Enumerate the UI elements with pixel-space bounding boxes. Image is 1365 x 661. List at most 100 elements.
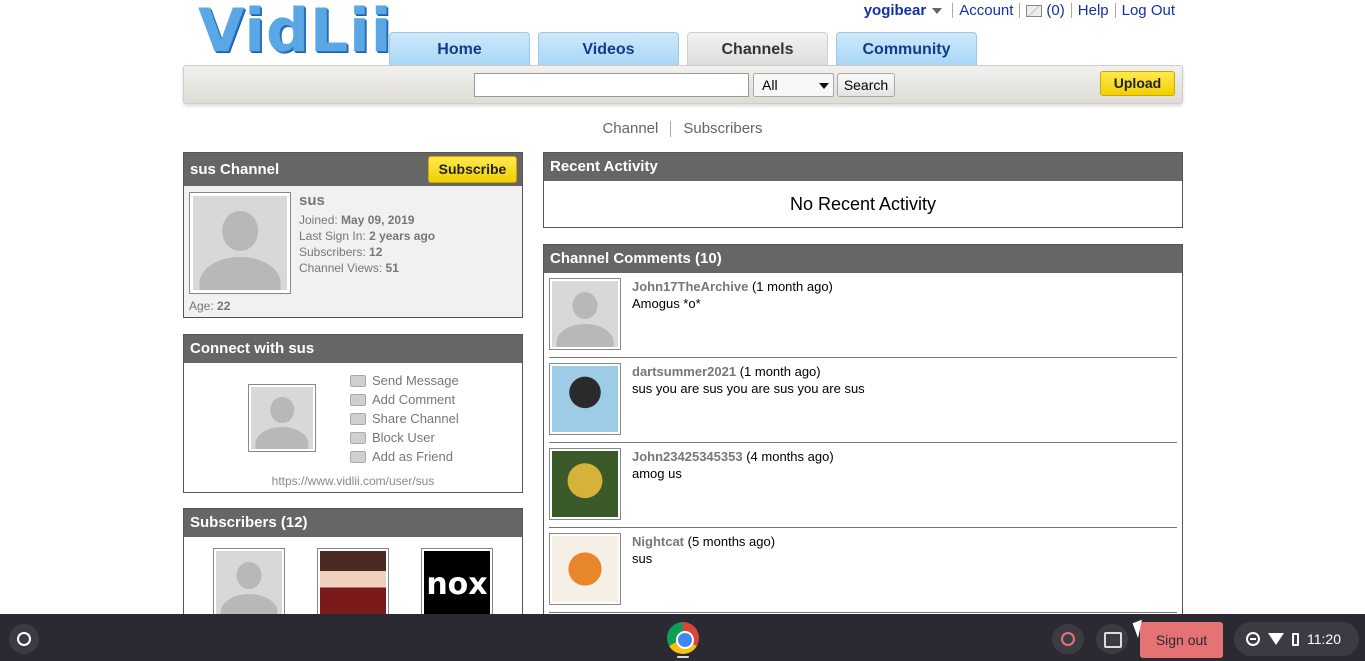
comment-meta: Nightcat (5 months ago): [632, 534, 775, 549]
divider: [1114, 3, 1116, 18]
subscribers-label: Subscribers:: [299, 245, 366, 259]
help-link[interactable]: Help: [1078, 2, 1109, 19]
os-taskbar: Sign out 11:20: [0, 614, 1365, 661]
search-button[interactable]: Search: [837, 73, 895, 97]
subscribe-button[interactable]: Subscribe: [428, 156, 517, 183]
last-signin-label: Last Sign In:: [299, 229, 366, 243]
subscribers-value: 12: [369, 245, 383, 259]
commenter-avatar-image: [552, 451, 618, 517]
age: Age: 22: [189, 299, 230, 313]
launcher-icon[interactable]: [9, 624, 39, 654]
comment-text: amog us: [632, 466, 682, 481]
commenter-name[interactable]: dartsummer2021: [632, 364, 736, 379]
channel-avatar[interactable]: [189, 192, 291, 294]
profile-body: sus Joined: May 09, 2019 Last Sign In: 2…: [184, 186, 522, 317]
inbox-count-link[interactable]: (0): [1046, 2, 1064, 19]
subscribers-box-header: Subscribers (12): [184, 509, 522, 537]
system-status-area[interactable]: 11:20: [1234, 622, 1359, 656]
channel-title: sus Channel: [190, 161, 280, 178]
subscriber-thumb[interactable]: nox: [421, 548, 493, 620]
add-friend-link[interactable]: Add as Friend: [350, 447, 459, 466]
camera-user-icon: [216, 551, 282, 617]
channel-comments-header: Channel Comments (10): [544, 245, 1182, 273]
comment-item: Nightcat (5 months ago) sus: [549, 528, 1177, 613]
commenter-name[interactable]: John17TheArchive: [632, 279, 748, 294]
channel-url: https://www.vidlii.com/user/sus: [271, 474, 435, 488]
commenter-avatar[interactable]: [549, 278, 621, 350]
chevron-down-icon[interactable]: [932, 7, 943, 14]
connect-box: Connect with sus Send Message Add Commen…: [183, 334, 523, 493]
screen-record-icon[interactable]: [1052, 624, 1084, 654]
comment-item: dartsummer2021 (1 month ago) sus you are…: [549, 358, 1177, 443]
tab-home[interactable]: Home: [389, 32, 530, 65]
account-link[interactable]: Account: [959, 2, 1013, 19]
screenshot-icon[interactable]: [1096, 624, 1128, 654]
mail-icon[interactable]: [1026, 4, 1043, 17]
subnav-channel[interactable]: Channel: [590, 120, 670, 137]
search-scope-value: All: [762, 77, 778, 93]
action-label: Add Comment: [372, 392, 456, 407]
commenter-avatar-image: [552, 536, 618, 602]
user-add-icon: [350, 450, 366, 463]
commenter-name[interactable]: Nightcat: [632, 534, 684, 549]
comment-text: sus: [632, 551, 653, 566]
share-channel-link[interactable]: Share Channel: [350, 409, 459, 428]
channel-profile-box: sus Channel Subscribe sus Joined: May 09…: [183, 152, 523, 318]
views-label: Channel Views:: [299, 261, 383, 275]
do-not-disturb-icon: [1246, 632, 1260, 646]
comment-item: John17TheArchive (1 month ago) Amogus *o…: [549, 273, 1177, 358]
views-value: 51: [385, 261, 399, 275]
default-avatar-icon: [193, 196, 287, 290]
add-comment-link[interactable]: Add Comment: [350, 390, 459, 409]
upload-button[interactable]: Upload: [1100, 71, 1175, 96]
comment-text: sus you are sus you are sus you are sus: [632, 381, 865, 396]
action-label: Share Channel: [372, 411, 459, 426]
sign-out-button[interactable]: Sign out: [1140, 622, 1223, 658]
commenter-avatar[interactable]: [549, 533, 621, 605]
user-block-icon: [350, 431, 366, 444]
chrome-icon[interactable]: [667, 622, 699, 654]
comment-meta: dartsummer2021 (1 month ago): [632, 364, 821, 379]
envelope-icon: [350, 374, 366, 387]
comment-time: (5 months ago): [687, 534, 776, 549]
commenter-name[interactable]: John23425345353: [632, 449, 743, 464]
last-signin-value: 2 years ago: [369, 229, 436, 243]
tab-channels[interactable]: Channels: [687, 32, 828, 65]
subscriber-thumb[interactable]: [317, 548, 389, 620]
channel-comments-box: Channel Comments (10) John17TheArchive (…: [543, 244, 1183, 624]
connect-actions: Send Message Add Comment Share Channel B…: [350, 371, 459, 466]
profile-box-header: sus Channel Subscribe: [184, 153, 522, 186]
divider: [952, 3, 954, 18]
tab-community[interactable]: Community: [836, 32, 977, 65]
subscribers-box: Subscribers (12) nox: [183, 508, 523, 620]
main-nav-tabs: Home Videos Channels Community: [389, 32, 977, 65]
subscriber-avatar-text: nox: [424, 551, 490, 617]
vidlii-logo[interactable]: VidLii: [198, 0, 391, 62]
subnav-subscribers[interactable]: Subscribers: [671, 120, 774, 137]
search-scope-select[interactable]: All: [753, 73, 834, 97]
logout-link[interactable]: Log Out: [1122, 2, 1175, 19]
subscriber-thumb[interactable]: [213, 548, 285, 620]
clock: 11:20: [1307, 631, 1341, 647]
connect-avatar[interactable]: [248, 384, 316, 452]
commenter-avatar[interactable]: [549, 448, 621, 520]
joined-label: Joined:: [299, 213, 338, 227]
commenter-avatar-image: [552, 366, 618, 432]
age-value: 22: [217, 299, 231, 313]
chevron-down-icon: [819, 83, 829, 89]
comment-text: Amogus *o*: [632, 296, 701, 311]
comment-time: (4 months ago): [746, 449, 834, 464]
commenter-avatar[interactable]: [549, 363, 621, 435]
action-label: Send Message: [372, 373, 459, 388]
page: VidLii yogibear Account (0) Help Log Out…: [0, 0, 1365, 661]
default-avatar-icon: [251, 387, 313, 449]
block-user-link[interactable]: Block User: [350, 428, 459, 447]
tab-videos[interactable]: Videos: [538, 32, 679, 65]
comment-time: (1 month ago): [739, 364, 821, 379]
username-link[interactable]: yogibear: [864, 2, 927, 19]
send-message-link[interactable]: Send Message: [350, 371, 459, 390]
joined-value: May 09, 2019: [341, 213, 415, 227]
user-bar: yogibear Account (0) Help Log Out: [864, 2, 1175, 19]
search-input[interactable]: [474, 73, 749, 97]
action-label: Add as Friend: [372, 449, 453, 464]
